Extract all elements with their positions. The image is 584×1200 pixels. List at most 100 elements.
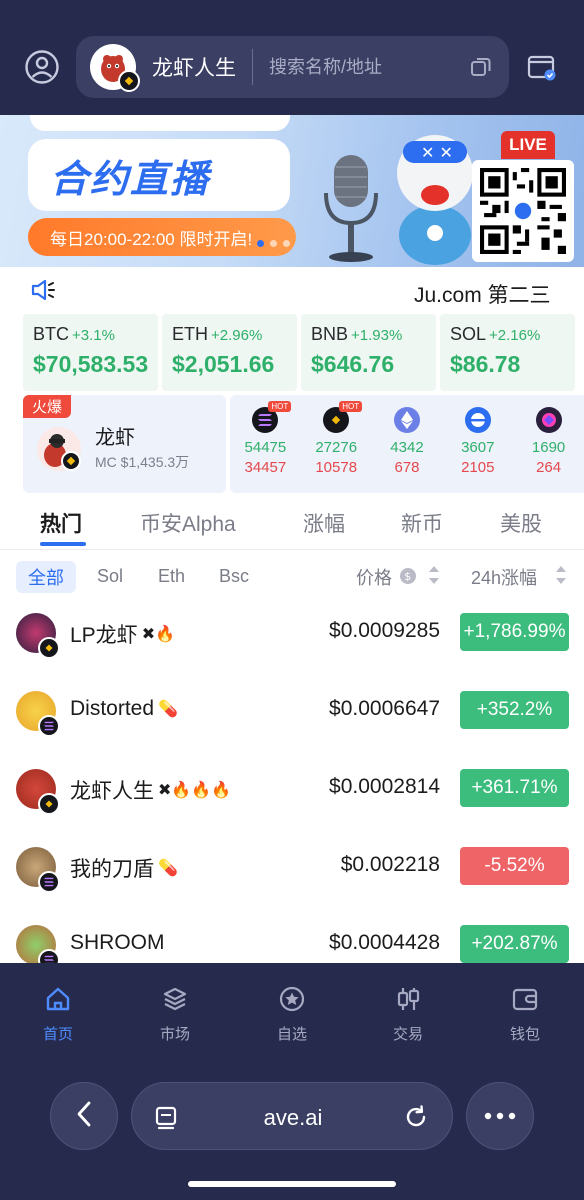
price-value: $646.76	[311, 351, 395, 377]
browser-back-button[interactable]	[50, 1082, 118, 1150]
tab-us-stocks[interactable]: 美股	[500, 508, 542, 538]
price-ticker: BTC +3.1% $70,583.53 ETH +2.96% $2,051.66 …	[23, 314, 575, 391]
featured-token-card[interactable]: 火爆 龙虾 MC $1,435.3万	[23, 395, 226, 493]
banner-title: 合约直播	[50, 158, 211, 201]
qr-code	[472, 160, 574, 262]
price-card-btc[interactable]: BTC +3.1% $70,583.53	[23, 314, 158, 391]
nav-trade[interactable]: 交易	[368, 985, 448, 1044]
wallet-icon[interactable]	[526, 51, 558, 88]
profile-icon[interactable]	[22, 47, 62, 87]
chain-ethereum[interactable]: 4342 678	[372, 395, 443, 493]
nav-label: 钱包	[509, 1026, 540, 1043]
speaker-icon	[30, 278, 58, 307]
home-indicator	[188, 1181, 396, 1187]
token-badges: 💊	[158, 860, 178, 877]
price-value: $2,051.66	[172, 351, 275, 377]
layers-icon	[161, 985, 189, 1017]
tab-binance-alpha[interactable]: 币安Alpha	[140, 508, 236, 538]
bnb-chain-icon	[118, 70, 140, 92]
sort-caret-icon[interactable]	[428, 564, 440, 586]
price-card-bnb[interactable]: BNB +1.93% $646.76	[301, 314, 436, 391]
price-card-eth[interactable]: ETH +2.96% $2,051.66	[162, 314, 297, 391]
hot-badge: HOT	[339, 401, 363, 412]
token-change: +361.71%	[460, 769, 569, 807]
price-symbol: BTC	[33, 324, 69, 344]
token-avatar[interactable]	[90, 44, 140, 92]
banner-title-box: 合约直播	[28, 139, 290, 211]
category-tabs: 热门 币安Alpha 涨幅 新币 美股	[0, 500, 584, 550]
filter-row: 全部 Sol Eth Bsc 价格 $ 24h涨幅	[0, 558, 584, 598]
price-symbol: BNB	[311, 324, 349, 344]
page-dot[interactable]	[283, 240, 290, 247]
chain-down-count: 2105	[461, 459, 495, 476]
sort-price[interactable]: 价格	[356, 564, 392, 590]
announcement-bar[interactable]: Ju.com 第二三	[0, 268, 584, 312]
nav-watchlist[interactable]: 自选	[252, 985, 332, 1044]
divider	[252, 49, 253, 85]
search-input[interactable]	[269, 56, 449, 78]
nav-market[interactable]: 市场	[135, 985, 215, 1044]
browser-more-button[interactable]	[466, 1082, 534, 1150]
nav-label: 自选	[276, 1026, 307, 1043]
filter-bsc[interactable]: Bsc	[219, 566, 249, 587]
candlestick-icon	[394, 985, 422, 1017]
token-change: +352.2%	[460, 691, 569, 729]
token-change: +1,786.99%	[460, 613, 569, 651]
tab-hot[interactable]: 热门	[40, 508, 82, 538]
list-item[interactable]: LP龙虾 ✖🔥 $0.0009285 +1,786.99%	[0, 605, 584, 683]
wallet-icon	[511, 985, 539, 1017]
list-item[interactable]: 我的刀盾 💊 $0.002218 -5.52%	[0, 839, 584, 917]
nav-wallet[interactable]: 钱包	[485, 985, 565, 1044]
announcement-text: Ju.com 第二三	[414, 284, 551, 307]
token-list: LP龙虾 ✖🔥 $0.0009285 +1,786.99% Distorted 💊 …	[0, 605, 584, 995]
chain-up-count: 1690	[531, 439, 566, 456]
token-badges: 💊	[158, 701, 178, 718]
sort-24h-change[interactable]: 24h涨幅	[471, 564, 537, 590]
chain-up-count: 3607	[461, 439, 495, 456]
featured-name: 龙虾	[95, 427, 135, 449]
bnb-chain-icon	[38, 793, 60, 815]
price-symbol: ETH	[172, 324, 208, 344]
list-item[interactable]: 龙虾人生 ✖🔥🔥🔥 $0.0002814 +361.71%	[0, 761, 584, 839]
browser-address-bar[interactable]: ave.ai	[131, 1082, 453, 1150]
currency-icon[interactable]: $	[399, 567, 417, 590]
token-name: SHROOM	[70, 931, 165, 954]
monad-icon	[535, 407, 562, 433]
price-card-sol[interactable]: SOL +2.16% $86.78	[440, 314, 575, 391]
filter-eth[interactable]: Eth	[158, 566, 185, 587]
token-name: 龙虾人生	[70, 780, 154, 803]
banner-pagination	[257, 240, 290, 247]
price-change: +2.16%	[489, 327, 541, 344]
page-dot[interactable]	[257, 240, 264, 247]
list-item[interactable]: Distorted 💊 $0.0006647 +352.2%	[0, 683, 584, 761]
tab-new[interactable]: 新币	[401, 508, 443, 538]
chain-up-count: 27276	[315, 439, 358, 456]
token-badges: ✖🔥	[141, 626, 176, 643]
price-value: $86.78	[450, 351, 521, 377]
search-bar[interactable]: 龙虾人生	[76, 36, 509, 98]
tab-gainers[interactable]: 涨幅	[303, 508, 345, 538]
live-badge: LIVE	[501, 131, 555, 159]
nav-label: 首页	[42, 1026, 73, 1043]
chain-bnb[interactable]: HOT 27276 10578	[301, 395, 372, 493]
solana-chain-icon	[38, 715, 60, 737]
hot-badge: HOT	[268, 401, 292, 412]
filter-all[interactable]: 全部	[16, 561, 76, 593]
chain-down-count: 678	[394, 459, 420, 476]
chain-base[interactable]: 3607 2105	[442, 395, 513, 493]
token-name: Distorted	[70, 697, 155, 720]
nav-home[interactable]: 首页	[18, 985, 98, 1044]
token-price: $0.0002814	[329, 775, 440, 798]
chain-down-count: 264	[536, 459, 562, 476]
chain-monad[interactable]: 1690 264	[513, 395, 584, 493]
solana-chain-icon	[38, 871, 60, 893]
copy-icon[interactable]	[469, 55, 493, 84]
sort-caret-icon[interactable]	[555, 564, 567, 586]
featured-market-cap: MC $1,435.3万	[95, 454, 190, 470]
chain-solana[interactable]: HOT 54475 34457	[230, 395, 301, 493]
token-name: 龙虾人生	[152, 57, 236, 80]
page-dot[interactable]	[270, 240, 277, 247]
filter-sol[interactable]: Sol	[97, 566, 123, 587]
reload-icon[interactable]	[402, 1103, 430, 1136]
promo-banner[interactable]: 合约直播 每日20:00-22:00 限时开启! ✕ ✕ LIVE	[0, 115, 584, 267]
